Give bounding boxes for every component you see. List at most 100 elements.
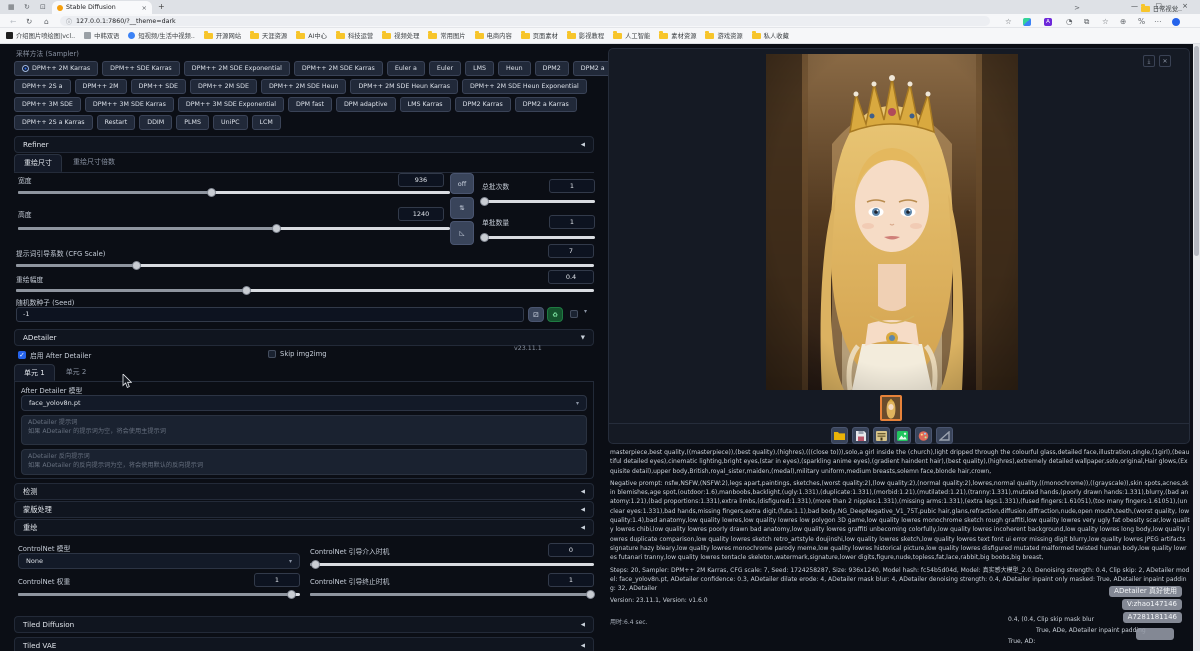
sampler-option[interactable]: DPM2 Karras [455, 97, 511, 112]
extension-a-icon[interactable]: A [1044, 18, 1052, 26]
cn-weight-slider[interactable] [18, 593, 300, 596]
adetailer-model-dropdown[interactable]: face_yolov8n.pt ▾ [21, 395, 587, 411]
close-preview-icon[interactable]: ✕ [1159, 55, 1171, 67]
scrollbar[interactable] [1193, 44, 1200, 651]
reuse-seed-button[interactable]: ♻ [547, 307, 563, 322]
coupon-icon[interactable]: % [1138, 17, 1145, 26]
bookmark-item[interactable]: 天涯资源 [250, 31, 287, 40]
tab-close-icon[interactable]: × [142, 4, 147, 12]
download-image-icon[interactable]: ⤓ [1143, 55, 1155, 67]
send-to-extras-button[interactable] [936, 427, 953, 444]
sampler-option[interactable]: DPM++ 2S a Karras [14, 115, 93, 130]
tab-resize-to[interactable]: 重绘尺寸 [14, 154, 62, 172]
bookmark-item[interactable]: 短视频/生活中视频.. [128, 31, 195, 40]
sampler-option[interactable]: DPM++ 2M SDE Karras [294, 61, 383, 76]
sampler-option[interactable]: DPM++ SDE [131, 79, 186, 94]
send-to-inpaint-button[interactable] [915, 427, 932, 444]
denoise-slider[interactable] [16, 289, 594, 292]
bookmark-item[interactable]: 常用图片 [428, 31, 465, 40]
sampler-option[interactable]: DPM++ 3M SDE [14, 97, 81, 112]
bookmarks-overflow-icon[interactable]: > [1074, 4, 1080, 12]
open-folder-button[interactable] [831, 427, 848, 444]
extension-icon[interactable] [1023, 18, 1031, 26]
bookmark-item[interactable]: 影视教程 [567, 31, 604, 40]
cfg-value[interactable]: 7 [548, 244, 594, 258]
bookmark-item[interactable]: 人工智能 [613, 31, 650, 40]
workspace-icon[interactable]: ▦ [8, 3, 15, 11]
sampler-option[interactable]: DPM2 [535, 61, 569, 76]
sampler-option[interactable]: DPM++ 2M SDE [190, 79, 257, 94]
back-icon[interactable]: ← [10, 17, 16, 26]
height-slider[interactable] [18, 227, 450, 230]
seed-input[interactable]: -1 [16, 307, 524, 322]
sampler-option[interactable]: DPM++ 2M SDE Heun Karras [350, 79, 458, 94]
sampler-option[interactable]: DPM++ 2M SDE Heun Exponential [462, 79, 587, 94]
cn-start-value[interactable]: 0 [548, 543, 594, 557]
sampler-option[interactable]: DPM++ 2M [75, 79, 127, 94]
bookmark-item[interactable]: 视频处理 [382, 31, 419, 40]
tab-resize-by[interactable]: 重绘尺寸倍数 [64, 154, 124, 172]
detection-accordion[interactable]: 检测 ◀ [14, 483, 594, 500]
cn-end-slider[interactable] [310, 593, 594, 596]
sampler-option[interactable]: DPM adaptive [336, 97, 396, 112]
profile-avatar[interactable] [1172, 18, 1180, 26]
tab-unit-2[interactable]: 单元 2 [57, 364, 96, 381]
sampler-option[interactable]: Euler [429, 61, 461, 76]
sampler-option[interactable]: DPM2 a [573, 61, 613, 76]
cn-start-slider[interactable] [310, 563, 594, 566]
history-icon[interactable]: ◔ [1066, 17, 1073, 26]
batch-count-value[interactable]: 1 [549, 179, 595, 193]
bookmark-item[interactable]: 中韩双语 [84, 31, 119, 40]
bookmark-item[interactable]: AI中心 [296, 31, 327, 40]
checked-checkbox-icon[interactable]: ✓ [18, 351, 26, 359]
bookmark-item[interactable]: 电商内容 [475, 31, 512, 40]
sampler-option[interactable]: DPM++ 3M SDE Exponential [178, 97, 284, 112]
sampler-option[interactable]: DPM++ 2S a [14, 79, 71, 94]
width-value[interactable]: 936 [398, 173, 444, 187]
home-icon[interactable]: ⌂ [44, 17, 49, 26]
bookmark-item[interactable]: 游戏资源 [705, 31, 742, 40]
cn-model-dropdown[interactable]: None ▾ [18, 553, 300, 569]
sampler-option[interactable]: DPM++ 2M SDE Heun [261, 79, 347, 94]
tiled-vae-accordion[interactable]: Tiled VAE ◀ [14, 637, 594, 651]
sampler-option[interactable]: LMS Karras [400, 97, 451, 112]
extra-seed-checkbox[interactable] [570, 310, 578, 318]
sampler-option[interactable]: DDIM [139, 115, 172, 130]
split-screen-icon[interactable]: ⧉ [1084, 17, 1089, 27]
adetailer-accordion[interactable]: ADetailer ▼ [14, 329, 594, 346]
height-value[interactable]: 1240 [398, 207, 444, 221]
refiner-accordion[interactable]: Refiner ◀ [14, 136, 594, 153]
sampler-option[interactable]: DPM++ 2M SDE Exponential [184, 61, 290, 76]
adetailer-negative-textarea[interactable]: ADetailer 反向提示词 如果 ADetailer 的反向提示词为空，将会… [21, 449, 587, 475]
bookmark-item[interactable]: 介绍图片喷绘图|vcl.. [6, 31, 75, 40]
sampler-option[interactable]: Euler a [387, 61, 425, 76]
browser-essentials-icon[interactable]: ⊕ [1120, 17, 1126, 26]
bookmark-item[interactable]: 私人收藏 [752, 31, 789, 40]
vertical-tabs-icon[interactable]: ⊡ [40, 3, 46, 11]
new-tab-button[interactable]: + [158, 2, 165, 11]
save-zip-button[interactable] [873, 427, 890, 444]
batch-size-slider[interactable] [482, 236, 595, 239]
width-slider[interactable] [18, 191, 450, 194]
sampler-option[interactable]: Restart [97, 115, 136, 130]
swap-dimensions-button[interactable]: ⇅ [450, 197, 474, 219]
tiled-diffusion-accordion[interactable]: Tiled Diffusion ◀ [14, 616, 594, 633]
sampler-option[interactable]: Heun [498, 61, 531, 76]
cfg-slider[interactable] [16, 264, 594, 267]
url-field[interactable]: ⓘ 127.0.0.1:7860/?__theme=dark [60, 16, 990, 26]
adetailer-skip[interactable]: Skip img2img [268, 350, 327, 358]
detect-size-button[interactable]: ◺ [450, 221, 474, 245]
random-seed-button[interactable]: ⚂ [528, 307, 544, 322]
window-close-button[interactable]: × [1182, 2, 1188, 10]
window-minimize-button[interactable]: — [1131, 2, 1138, 10]
bookmark-item[interactable]: 开源网站 [204, 31, 241, 40]
adetailer-prompt-textarea[interactable]: ADetailer 提示词 如果 ADetailer 的提示词为空，将会使用主提… [21, 415, 587, 445]
tab-unit-1[interactable]: 单元 1 [14, 364, 55, 381]
batch-count-slider[interactable] [482, 200, 595, 203]
mask-preprocessing-accordion[interactable]: 蒙版处理 ◀ [14, 501, 594, 518]
adetailer-enable[interactable]: ✓ 启用 After Detailer [18, 350, 91, 360]
sampler-option[interactable]: DPM2 a Karras [515, 97, 577, 112]
inpainting-accordion[interactable]: 重绘 ◀ [14, 519, 594, 536]
sampler-option[interactable]: LMS [465, 61, 494, 76]
sampler-option[interactable]: DPM++ 2M Karras [14, 61, 98, 76]
